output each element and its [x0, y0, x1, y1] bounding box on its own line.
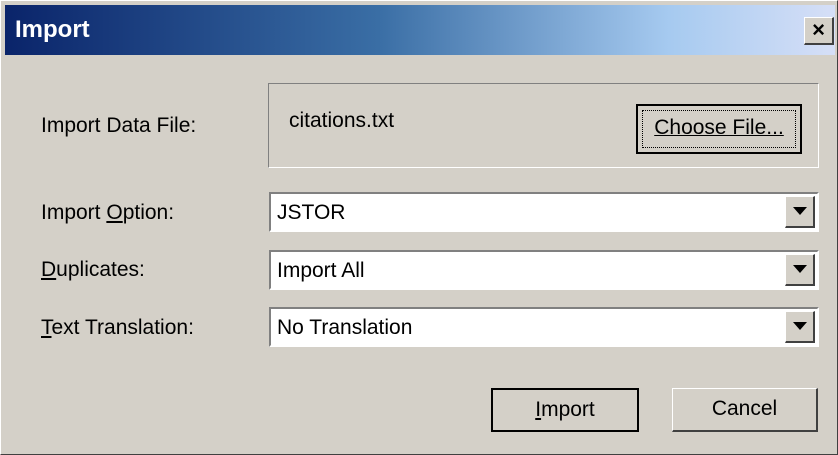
file-name: citations.txt: [289, 109, 395, 132]
text-translation-value: No Translation: [277, 316, 413, 339]
text-translation-dropdown-button[interactable]: [785, 311, 815, 343]
window-title: Import: [15, 16, 90, 43]
duplicates-value: Import All: [277, 259, 365, 282]
duplicates-dropdown-button[interactable]: [785, 254, 815, 286]
import-button[interactable]: Import: [491, 388, 639, 432]
focus-rect: [642, 110, 796, 148]
import-option-select[interactable]: JSTOR: [269, 192, 819, 232]
close-button[interactable]: ×: [804, 17, 834, 45]
file-panel: citations.txt Choose File...: [268, 83, 819, 168]
import-dialog: Import × Import Data File: citations.txt…: [0, 0, 838, 455]
import-option-dropdown-button[interactable]: [785, 196, 815, 228]
duplicates-label: Duplicates:: [41, 258, 145, 281]
import-option-label: Import Option:: [41, 201, 175, 224]
close-icon: ×: [812, 17, 825, 42]
import-option-value: JSTOR: [277, 201, 346, 224]
chevron-down-icon: [793, 322, 807, 330]
duplicates-select[interactable]: Import All: [269, 250, 819, 290]
title-bar[interactable]: Import ×: [5, 5, 835, 55]
chevron-down-icon: [793, 265, 807, 273]
text-translation-select[interactable]: No Translation: [269, 307, 819, 347]
import-data-file-label: Import Data File:: [41, 114, 197, 137]
choose-file-button[interactable]: Choose File...: [636, 104, 802, 154]
cancel-button[interactable]: Cancel: [672, 388, 818, 432]
text-translation-label: Text Translation:: [41, 316, 194, 339]
chevron-down-icon: [793, 207, 807, 215]
